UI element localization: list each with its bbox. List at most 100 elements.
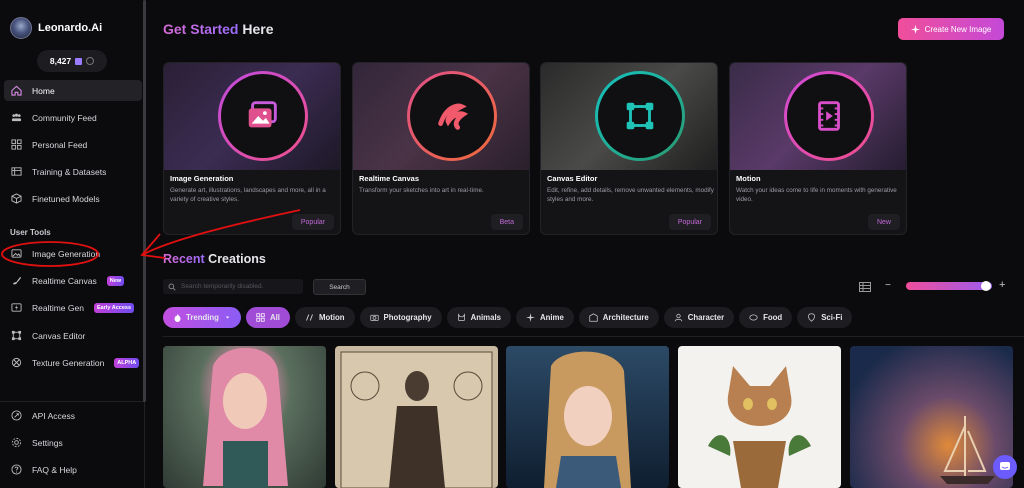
sidebar-item-label: Personal Feed [32,139,88,150]
creation-thumbnail-cat[interactable] [678,346,841,488]
card-description: Edit, refine, add details, remove unwant… [547,187,714,203]
chat-support-button[interactable] [993,455,1017,479]
alien-icon [808,313,816,322]
card-image-generation[interactable]: Image Generation Generate art, illustrat… [163,62,341,235]
search-icon [168,283,176,291]
filter-chip-all[interactable]: All [246,307,290,328]
canvas-editor-icon [10,330,22,342]
filter-chip-food[interactable]: Food [739,307,793,328]
grid-icon [256,313,265,322]
creation-thumbnail-sketch-man[interactable] [335,346,498,488]
cat-icon [457,313,465,321]
squiggle-icon [438,103,469,130]
grid-icon [10,139,22,151]
sidebar-item-label: Settings [32,437,63,448]
person-icon [674,313,682,322]
rocket-icon [10,410,22,422]
card-title: Canvas Editor [547,174,598,183]
info-icon[interactable] [86,57,95,65]
card-tag: Popular [291,214,334,230]
cube-icon [10,193,22,205]
zoom-out-button[interactable]: − [885,280,891,291]
filter-chip-architecture[interactable]: Architecture [578,307,659,328]
sidebar-item-home[interactable]: Home [4,80,142,101]
filter-chip-animals[interactable]: Animals [446,307,511,328]
filter-chip-photography[interactable]: Photography [359,307,442,328]
zoom-in-button[interactable]: + [999,279,1005,291]
flame-icon [174,313,181,322]
alpha-badge: ALPHA [114,357,140,368]
sidebar-item-label: Image Generation [32,248,101,259]
sidebar-item-label: Realtime Canvas [32,275,97,286]
card-tag: New [867,214,900,230]
gear-icon [10,437,22,449]
sidebar-item-faq-help[interactable]: FAQ & Help [4,459,142,480]
token-balance[interactable]: 8,427 [37,50,107,72]
filter-chip-sci-fi[interactable]: Sci-Fi [797,307,853,328]
sparkle-icon [910,24,920,34]
trending-dropdown[interactable]: Trending [163,307,241,328]
card-description: Transform your sketches into art in real… [359,187,484,194]
card-canvas-editor[interactable]: Canvas Editor Edit, refine, add details,… [540,62,718,235]
card-tag: Popular [668,214,711,230]
image-icon [10,248,22,260]
sidebar-item-api-access[interactable]: API Access [4,405,142,426]
card-icon-ring [595,71,685,161]
filter-bar: Trending All Motion Photography Animals [163,307,853,328]
sidebar-item-label: Canvas Editor [32,330,86,341]
sidebar-item-label: Training & Datasets [32,166,107,177]
create-new-image-button[interactable]: Create New Image [898,18,1004,40]
search-input[interactable]: Search temporarily disabled. [163,279,303,294]
image-stack-icon [248,101,277,128]
camera-icon [369,314,379,321]
filter-chip-anime[interactable]: Anime [515,307,574,328]
sidebar-item-label: Texture Generation [32,357,105,368]
filter-chip-motion[interactable]: Motion [294,307,355,328]
card-realtime-canvas[interactable]: Realtime Canvas Transform your sketches … [352,62,530,235]
filter-chip-character[interactable]: Character [663,307,735,328]
canvas-editor-icon [626,102,654,130]
search-button[interactable]: Search [313,279,366,295]
sidebar-item-community-feed[interactable]: Community Feed [4,107,142,128]
divider [163,336,1024,337]
sidebar-item-training-datasets[interactable]: Training & Datasets [4,161,142,182]
sidebar-item-settings[interactable]: Settings [4,432,142,453]
sidebar-item-canvas-editor[interactable]: Canvas Editor [4,325,142,346]
motion-icon [306,314,313,321]
database-icon [10,166,22,178]
sidebar-item-realtime-gen[interactable]: Realtime Gen Early Access [4,297,142,318]
sidebar-divider [0,401,145,402]
token-count: 8,427 [49,56,72,66]
avatar[interactable] [10,17,32,39]
building-icon [589,313,598,322]
sidebar-item-realtime-canvas[interactable]: Realtime Canvas New [4,270,142,291]
zoom-slider-handle[interactable] [981,281,991,291]
token-icon [75,57,83,65]
chat-icon [1000,462,1010,470]
main-content: Get Started Here Create New Image Image … [146,0,1024,488]
sketchbook-image [340,351,493,488]
zoom-slider[interactable] [906,282,992,290]
sidebar-item-image-generation[interactable]: Image Generation [4,243,142,264]
home-icon [10,85,22,97]
chevron-down-icon [225,316,230,319]
card-title: Realtime Canvas [359,174,420,183]
page-title: Get Started Here [163,21,274,37]
creation-thumbnail-elf-girl[interactable] [163,346,326,488]
question-icon [10,464,22,476]
grid-view-icon[interactable] [859,282,871,292]
card-title: Motion [736,174,761,183]
card-icon-ring [218,71,308,161]
sidebar-item-finetuned-models[interactable]: Finetuned Models [4,188,142,209]
sidebar-item-label: FAQ & Help [32,464,77,475]
card-motion[interactable]: Motion Watch your ideas come to life in … [729,62,907,235]
food-icon [749,314,758,321]
creation-thumbnail-winter-girl[interactable] [506,346,669,488]
sidebar: Leonardo.Ai 8,427 Home Community Feed Pe… [0,0,145,488]
creation-thumbnail-ship[interactable] [850,346,1013,488]
film-icon [818,101,840,131]
recent-creations-title: Recent Creations [163,252,266,266]
sidebar-item-texture-generation[interactable]: Texture Generation ALPHA [4,352,142,373]
sidebar-item-personal-feed[interactable]: Personal Feed [4,134,142,155]
brand[interactable]: Leonardo.Ai [10,17,102,39]
